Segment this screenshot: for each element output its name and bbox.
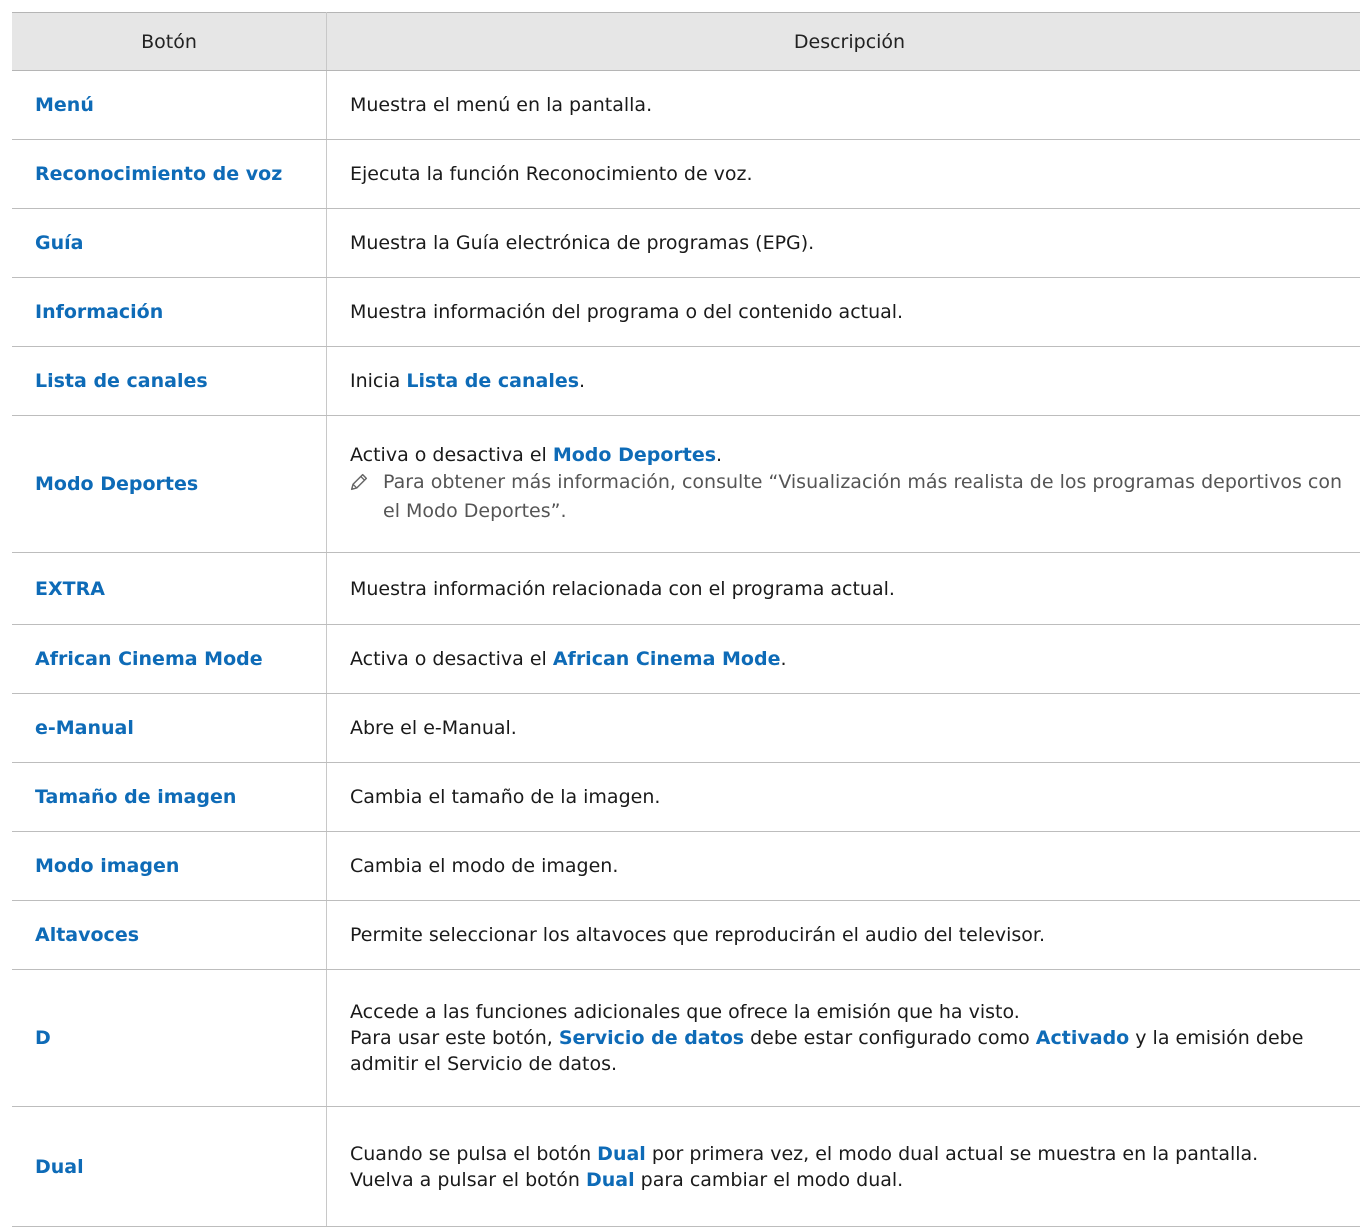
- table-row: Lista de canales Inicia Lista de canales…: [12, 347, 1360, 416]
- table-row: Dual Cuando se pulsa el botón Dual por p…: [12, 1107, 1360, 1227]
- button-name: Altavoces: [12, 901, 327, 970]
- pencil-icon: [348, 471, 370, 493]
- table-row: Guía Muestra la Guía electrónica de prog…: [12, 209, 1360, 278]
- table-row: Modo Deportes Activa o desactiva el Modo…: [12, 416, 1360, 553]
- keyword-activado: Activado: [1036, 1027, 1129, 1049]
- table-row: African Cinema Mode Activa o desactiva e…: [12, 625, 1360, 694]
- remote-buttons-table: Botón Descripción Menú Muestra el menú e…: [12, 12, 1360, 1227]
- keyword-african-cinema-mode: African Cinema Mode: [553, 648, 781, 670]
- keyword-dual: Dual: [597, 1143, 646, 1165]
- note-text: Para obtener más información, consulte “…: [383, 468, 1360, 526]
- keyword-modo-deportes: Modo Deportes: [553, 444, 716, 466]
- note: Para obtener más información, consulte “…: [350, 468, 1360, 526]
- table-row: EXTRA Muestra información relacionada co…: [12, 553, 1360, 625]
- description-line: Para usar este botón, Servicio de datos …: [350, 1025, 1360, 1077]
- button-description: Permite seleccionar los altavoces que re…: [327, 901, 1360, 970]
- table-row: Tamaño de imagen Cambia el tamaño de la …: [12, 763, 1360, 832]
- button-description: Cambia el tamaño de la imagen.: [327, 763, 1360, 832]
- table-row: D Accede a las funciones adicionales que…: [12, 970, 1360, 1107]
- button-name: D: [12, 970, 327, 1107]
- header-description: Descripción: [327, 13, 1360, 71]
- button-description: Accede a las funciones adicionales que o…: [327, 970, 1360, 1107]
- button-description: Muestra el menú en la pantalla.: [327, 71, 1360, 140]
- description-line: Accede a las funciones adicionales que o…: [350, 999, 1360, 1025]
- header-button: Botón: [12, 13, 327, 71]
- button-description: Inicia Lista de canales.: [327, 347, 1360, 416]
- button-description: Muestra información relacionada con el p…: [327, 553, 1360, 625]
- table-row: Menú Muestra el menú en la pantalla.: [12, 71, 1360, 140]
- button-description: Muestra la Guía electrónica de programas…: [327, 209, 1360, 278]
- button-description: Ejecuta la función Reconocimiento de voz…: [327, 140, 1360, 209]
- button-name: Guía: [12, 209, 327, 278]
- button-description: Activa o desactiva el African Cinema Mod…: [327, 625, 1360, 694]
- button-description: Abre el e-Manual.: [327, 694, 1360, 763]
- table-row: Información Muestra información del prog…: [12, 278, 1360, 347]
- table-row: e-Manual Abre el e-Manual.: [12, 694, 1360, 763]
- button-description: Cambia el modo de imagen.: [327, 832, 1360, 901]
- button-name: African Cinema Mode: [12, 625, 327, 694]
- button-name: Tamaño de imagen: [12, 763, 327, 832]
- button-description: Muestra información del programa o del c…: [327, 278, 1360, 347]
- table-row: Reconocimiento de voz Ejecuta la función…: [12, 140, 1360, 209]
- button-name: Reconocimiento de voz: [12, 140, 327, 209]
- keyword-dual: Dual: [586, 1169, 635, 1191]
- button-name: e-Manual: [12, 694, 327, 763]
- button-name: Modo imagen: [12, 832, 327, 901]
- button-name: Menú: [12, 71, 327, 140]
- keyword-servicio-de-datos: Servicio de datos: [559, 1027, 744, 1049]
- table-header-row: Botón Descripción: [12, 13, 1360, 71]
- table-row: Altavoces Permite seleccionar los altavo…: [12, 901, 1360, 970]
- button-description: Activa o desactiva el Modo Deportes. Par…: [327, 416, 1360, 553]
- table-row: Modo imagen Cambia el modo de imagen.: [12, 832, 1360, 901]
- description-line: Cuando se pulsa el botón Dual por primer…: [350, 1141, 1360, 1167]
- button-name: Lista de canales: [12, 347, 327, 416]
- button-name: Modo Deportes: [12, 416, 327, 553]
- description-line: Activa o desactiva el Modo Deportes.: [350, 442, 1360, 468]
- button-description: Cuando se pulsa el botón Dual por primer…: [327, 1107, 1360, 1227]
- button-name: Información: [12, 278, 327, 347]
- button-name: EXTRA: [12, 553, 327, 625]
- button-name: Dual: [12, 1107, 327, 1227]
- keyword-lista-de-canales: Lista de canales: [406, 370, 579, 392]
